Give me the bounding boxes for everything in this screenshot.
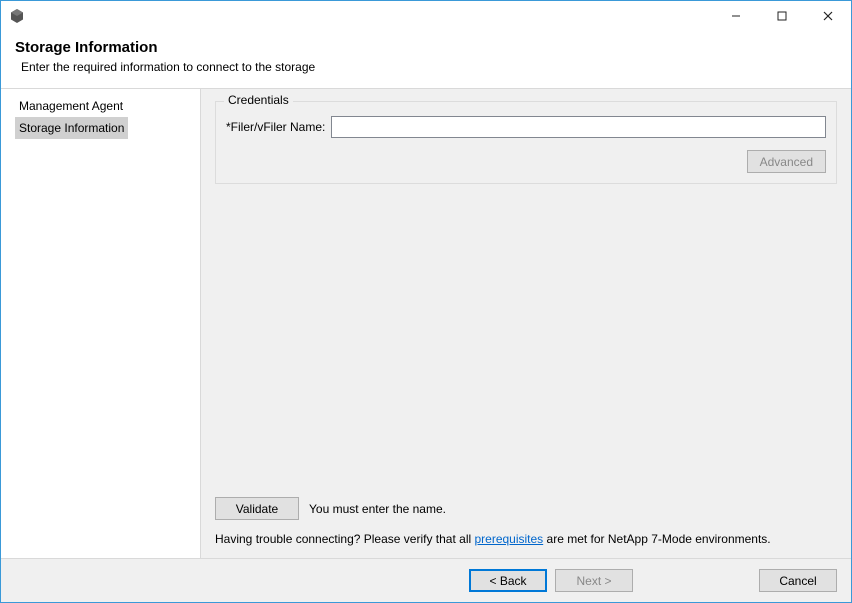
validate-button[interactable]: Validate [215, 497, 299, 520]
prerequisites-link[interactable]: prerequisites [474, 532, 543, 546]
close-button[interactable] [805, 1, 851, 31]
connection-hint: Having trouble connecting? Please verify… [215, 530, 837, 548]
credentials-group: Credentials *Filer/vFiler Name: Advanced [215, 101, 837, 184]
app-icon [9, 8, 25, 24]
validate-row: Validate You must enter the name. [215, 497, 837, 520]
hint-suffix: are met for NetApp 7-Mode environments. [543, 532, 770, 546]
wizard-steps-sidebar: Management Agent Storage Information [1, 89, 201, 558]
minimize-button[interactable] [713, 1, 759, 31]
filer-name-input[interactable] [331, 116, 826, 138]
sidebar-item-management-agent[interactable]: Management Agent [1, 95, 200, 117]
main-panel: Credentials *Filer/vFiler Name: Advanced… [201, 89, 851, 558]
back-button[interactable]: < Back [469, 569, 547, 592]
sidebar-item-storage-information[interactable]: Storage Information [15, 117, 128, 139]
wizard-header: Storage Information Enter the required i… [1, 31, 851, 88]
titlebar [1, 1, 851, 31]
credentials-group-label: Credentials [224, 93, 293, 107]
next-button[interactable]: Next > [555, 569, 633, 592]
validate-message: You must enter the name. [309, 502, 446, 516]
window-controls [713, 1, 851, 31]
wizard-footer: < Back Next > Cancel [1, 558, 851, 602]
filer-name-label: *Filer/vFiler Name: [226, 120, 325, 134]
maximize-button[interactable] [759, 1, 805, 31]
page-title: Storage Information [15, 39, 837, 56]
page-subtitle: Enter the required information to connec… [15, 60, 837, 74]
wizard-body: Management Agent Storage Information Cre… [1, 88, 851, 558]
cancel-button[interactable]: Cancel [759, 569, 837, 592]
hint-prefix: Having trouble connecting? Please verify… [215, 532, 474, 546]
advanced-button[interactable]: Advanced [747, 150, 826, 173]
